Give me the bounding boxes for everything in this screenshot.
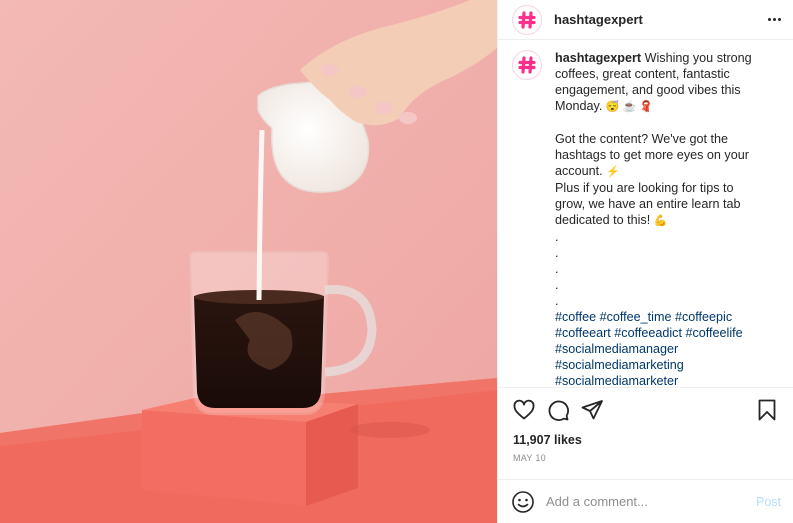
lightning-emoji: ⚡: [606, 166, 620, 178]
hashtag-logo-icon: [518, 56, 536, 74]
caption-avatar[interactable]: [512, 50, 542, 80]
caption-para2: Got the content? We've got the hashtags …: [555, 132, 749, 178]
hashtag-logo-icon: [518, 10, 536, 29]
send-icon[interactable]: [578, 396, 606, 424]
comment-input[interactable]: [546, 494, 756, 509]
like-count[interactable]: 11,907 likes: [498, 431, 793, 449]
smiley-icon[interactable]: [510, 489, 536, 515]
caption-dot: .: [555, 294, 559, 308]
post-photo[interactable]: [0, 0, 497, 523]
comment-box: Post: [498, 479, 793, 523]
action-bar: [498, 387, 793, 431]
caption-section: hashtagexpert Wishing you strong coffees…: [498, 40, 793, 387]
heart-icon[interactable]: [510, 396, 538, 424]
coffee-photo: [0, 0, 497, 523]
caption-dot: .: [555, 278, 559, 292]
caption-dot: .: [555, 246, 559, 260]
avatar[interactable]: [512, 4, 542, 35]
header-username[interactable]: hashtagexpert: [554, 12, 643, 27]
caption-username[interactable]: hashtagexpert: [555, 51, 641, 65]
caption-emoji-1: 😴 ☕ 🧣: [605, 101, 654, 113]
hashtag-line[interactable]: #socialmediamarketing: [555, 357, 765, 373]
hashtag-line[interactable]: #coffee #coffee_time #coffeepic: [555, 309, 765, 325]
hashtag-line[interactable]: #socialmediamanager: [555, 341, 765, 357]
hashtag-line[interactable]: #socialmediamarketer: [555, 373, 765, 387]
caption-para3: Plus if you are looking for tips to grow…: [555, 181, 741, 227]
comment-icon[interactable]: [544, 396, 572, 424]
caption-text: hashtagexpert Wishing you strong coffees…: [555, 50, 765, 387]
post-comment-button[interactable]: Post: [756, 495, 781, 509]
caption-dot: .: [555, 230, 559, 244]
caption-dot: .: [555, 262, 559, 276]
hashtag-line[interactable]: #coffeeart #coffeeadict #coffeelife: [555, 325, 765, 341]
post-date[interactable]: MAY 10: [498, 449, 793, 471]
post-sidebar: hashtagexpert hashtagexpert Wishing you …: [497, 0, 793, 523]
ellipsis-icon[interactable]: [768, 12, 781, 27]
post-header: hashtagexpert: [498, 0, 793, 40]
muscle-emoji: 💪: [653, 215, 668, 227]
bookmark-icon[interactable]: [753, 396, 781, 424]
instagram-post: hashtagexpert hashtagexpert Wishing you …: [0, 0, 793, 523]
